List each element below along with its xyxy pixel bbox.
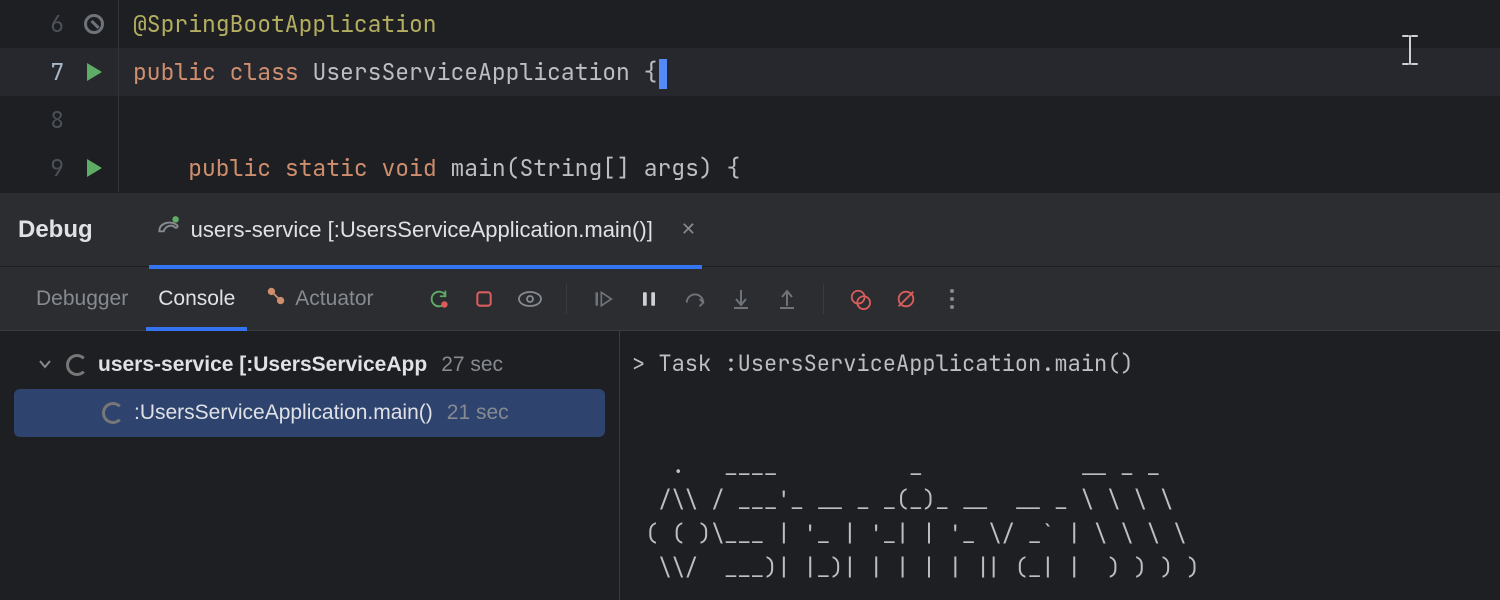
mute-breakpoints-icon[interactable] <box>886 279 926 319</box>
close-icon[interactable]: ✕ <box>681 219 696 240</box>
code-editor[interactable]: 6 @SpringBootApplication 7 public class … <box>0 0 1500 192</box>
debug-toolbar: Debugger Console Actuator <box>0 266 1500 330</box>
toolbar-separator <box>566 284 567 314</box>
debug-body: users-service [:UsersServiceApp 27 sec :… <box>0 330 1500 600</box>
tree-row-child[interactable]: :UsersServiceApplication.main() 21 sec <box>14 389 605 437</box>
tree-row-root[interactable]: users-service [:UsersServiceApp 27 sec <box>0 341 619 389</box>
debug-title: Debug <box>18 216 93 244</box>
code-line[interactable]: 9 public static void main(String[] args)… <box>0 144 1500 192</box>
spinner-icon <box>102 402 124 424</box>
process-tree[interactable]: users-service [:UsersServiceApp 27 sec :… <box>0 331 620 600</box>
run-gutter-icon[interactable] <box>70 159 118 177</box>
chevron-down-icon[interactable] <box>38 353 56 377</box>
ascii-art-line: . ____ _ __ _ _ <box>632 451 1160 480</box>
gutter-divider <box>118 96 119 144</box>
ascii-art-line: /\\ / ___'_ __ _ _(_)_ __ __ _ \ \ \ \ <box>632 485 1173 514</box>
annotation-token: @SpringBootApplication <box>133 9 437 39</box>
code-text: public class UsersServiceApplication { <box>133 48 667 96</box>
more-actions-button[interactable] <box>932 279 972 319</box>
tree-root-label: users-service [:UsersServiceApp <box>98 353 427 377</box>
pause-button[interactable] <box>629 279 669 319</box>
text-caret <box>659 59 667 89</box>
debug-tab-label: users-service [:UsersServiceApplication.… <box>191 217 653 243</box>
debug-panel-header: Debug users-service [:UsersServiceApplic… <box>0 192 1500 266</box>
tree-root-time: 27 sec <box>441 353 503 377</box>
step-into-button[interactable] <box>721 279 761 319</box>
line-number: 9 <box>0 144 70 192</box>
tree-child-time: 21 sec <box>447 401 509 425</box>
code-line[interactable]: 6 @SpringBootApplication <box>0 0 1500 48</box>
run-gutter-icon[interactable] <box>70 63 118 81</box>
console-line: > Task :UsersServiceApplication.main() <box>632 349 1134 378</box>
tab-actuator[interactable]: Actuator <box>253 267 385 331</box>
view-breakpoints-icon[interactable] <box>840 279 880 319</box>
no-entry-icon <box>70 14 118 34</box>
text-cursor-icon <box>1400 34 1420 83</box>
gutter-divider <box>118 48 119 96</box>
actuator-icon <box>265 285 287 313</box>
line-number: 8 <box>0 96 70 144</box>
line-number: 7 <box>0 48 70 96</box>
code-line-current[interactable]: 7 public class UsersServiceApplication { <box>0 48 1500 96</box>
gutter-divider <box>118 144 119 192</box>
gutter-divider <box>118 0 119 48</box>
view-breakpoints-button[interactable] <box>510 279 550 319</box>
step-over-button[interactable] <box>675 279 715 319</box>
code-text: public static void main(String[] args) { <box>133 144 740 192</box>
line-number: 6 <box>0 0 70 48</box>
tab-debugger[interactable]: Debugger <box>24 267 140 331</box>
debug-run-config-tab[interactable]: users-service [:UsersServiceApplication.… <box>149 195 702 269</box>
gradle-run-icon <box>155 214 181 246</box>
rerun-button[interactable] <box>418 279 458 319</box>
ascii-art-line: \\/ ___)| |_)| | | | | || (_| | ) ) ) ) <box>632 553 1200 582</box>
resume-button[interactable] <box>583 279 623 319</box>
tree-child-label: :UsersServiceApplication.main() <box>134 401 433 425</box>
step-out-button[interactable] <box>767 279 807 319</box>
stop-button[interactable] <box>464 279 504 319</box>
code-line[interactable]: 8 <box>0 96 1500 144</box>
spinner-icon <box>66 354 88 376</box>
console-output[interactable]: > Task :UsersServiceApplication.main() .… <box>620 331 1500 600</box>
ascii-art-line: ( ( )\___ | '_ | '_| | '_ \/ _` | \ \ \ … <box>632 519 1186 548</box>
toolbar-separator <box>823 284 824 314</box>
tab-console[interactable]: Console <box>146 267 247 331</box>
